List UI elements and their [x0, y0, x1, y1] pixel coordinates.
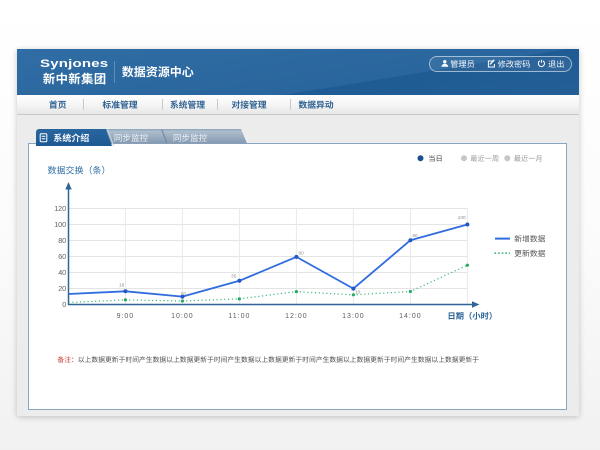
- svg-text:12:00: 12:00: [285, 313, 308, 320]
- svg-text:13:00: 13:00: [342, 313, 365, 320]
- svg-text:14:00: 14:00: [399, 313, 422, 320]
- svg-text:0: 0: [62, 300, 66, 309]
- svg-text:120: 120: [54, 204, 66, 213]
- svg-text:100: 100: [54, 220, 66, 229]
- svg-text:60: 60: [58, 252, 66, 261]
- svg-text:60: 60: [299, 250, 305, 256]
- svg-text:9:00: 9:00: [117, 313, 135, 320]
- svg-text:10: 10: [355, 290, 361, 296]
- svg-text:100: 100: [458, 215, 466, 221]
- svg-text:10:00: 10:00: [171, 313, 194, 320]
- svg-text:40: 40: [58, 268, 66, 277]
- svg-text:35: 35: [231, 273, 237, 279]
- svg-text:80: 80: [58, 236, 66, 245]
- svg-text:11:00: 11:00: [228, 313, 250, 320]
- svg-text:20: 20: [58, 284, 66, 293]
- svg-text:18: 18: [119, 283, 125, 289]
- svg-text:10: 10: [181, 291, 187, 297]
- svg-text:80: 80: [412, 233, 418, 239]
